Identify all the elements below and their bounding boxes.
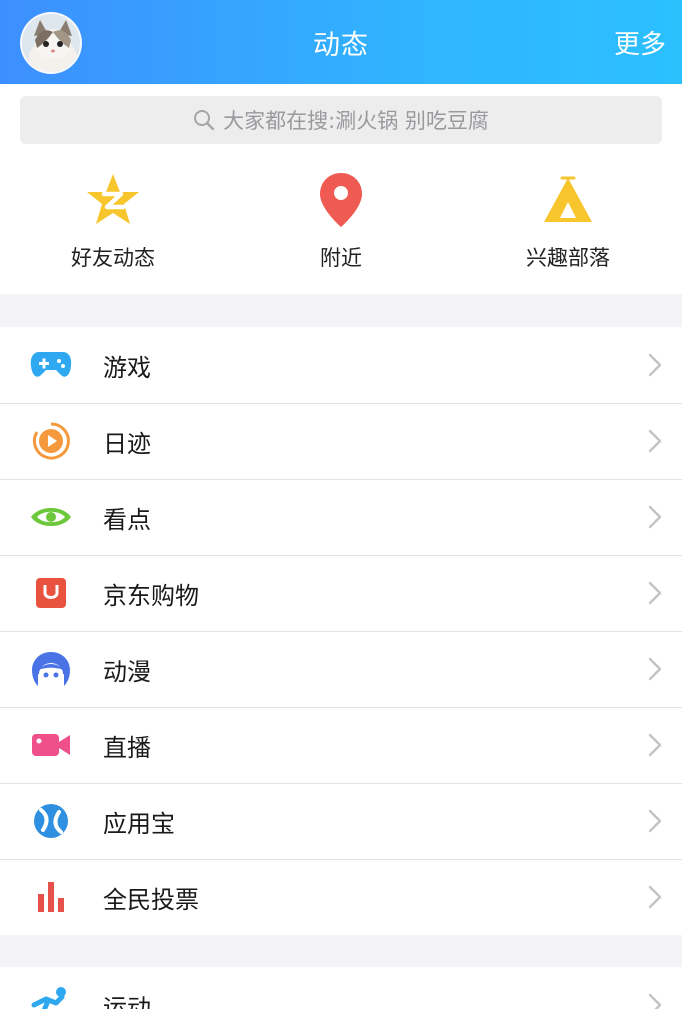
avatar[interactable] xyxy=(20,12,82,74)
qzone-star-icon xyxy=(87,174,139,224)
search-input[interactable]: 大家都在搜:涮火锅 别吃豆腐 xyxy=(20,96,662,144)
quick-nearby[interactable]: 附近 xyxy=(251,170,431,272)
list-item-vote[interactable]: 全民投票 xyxy=(0,859,682,935)
quick-entry-row: 好友动态 附近 兴趣部落 xyxy=(0,170,682,280)
list-item-anime[interactable]: 动漫 xyxy=(0,631,682,707)
quick-interest-tribe-label: 兴趣部落 xyxy=(526,246,610,270)
list-item-app-store[interactable]: 应用宝 xyxy=(0,783,682,859)
gamepad-icon xyxy=(30,344,72,386)
list-item-label: 看点 xyxy=(103,505,151,534)
list-item-daily-trace[interactable]: 日迹 xyxy=(0,403,682,479)
app-store-icon xyxy=(30,800,72,842)
page-title: 动态 xyxy=(313,29,369,61)
anime-face-icon xyxy=(30,648,72,690)
chevron-right-icon xyxy=(648,353,662,377)
feature-list-secondary: 运动 xyxy=(0,967,682,1009)
running-icon xyxy=(30,984,72,1009)
list-item-games[interactable]: 游戏 xyxy=(0,327,682,403)
list-item-label: 京东购物 xyxy=(103,581,199,610)
list-item-sports[interactable]: 运动 xyxy=(0,967,682,1009)
chevron-right-icon xyxy=(648,429,662,453)
chevron-right-icon xyxy=(648,993,662,1009)
top-bar: 动态 更多 xyxy=(0,0,682,84)
video-camera-icon xyxy=(30,724,72,766)
bar-chart-icon xyxy=(30,876,72,918)
list-item-label: 动漫 xyxy=(103,657,151,686)
play-circle-icon xyxy=(30,420,72,462)
search-placeholder: 大家都在搜:涮火锅 别吃豆腐 xyxy=(223,109,489,133)
quick-nearby-label: 附近 xyxy=(320,246,362,270)
chevron-right-icon xyxy=(648,581,662,605)
list-item-label: 全民投票 xyxy=(103,885,199,914)
feature-list: 游戏 日迹 看点 京东购物 动漫 直播 应用宝 全民投票 xyxy=(0,327,682,935)
search-icon xyxy=(194,110,215,131)
shopping-bag-icon xyxy=(30,572,72,614)
list-item-label: 日迹 xyxy=(103,429,151,458)
list-item-label: 直播 xyxy=(103,733,151,762)
list-item-live[interactable]: 直播 xyxy=(0,707,682,783)
quick-friends-feed-label: 好友动态 xyxy=(71,246,155,270)
top-panel: 大家都在搜:涮火锅 别吃豆腐 好友动态 附近 兴趣部落 xyxy=(0,84,682,294)
quick-friends-feed[interactable]: 好友动态 xyxy=(23,170,203,272)
list-item-label: 应用宝 xyxy=(103,809,175,838)
quick-interest-tribe[interactable]: 兴趣部落 xyxy=(478,170,658,272)
eye-icon xyxy=(30,496,72,538)
chevron-right-icon xyxy=(648,657,662,681)
more-button[interactable]: 更多 xyxy=(614,24,666,61)
chevron-right-icon xyxy=(648,809,662,833)
chevron-right-icon xyxy=(648,885,662,909)
list-item-kandian[interactable]: 看点 xyxy=(0,479,682,555)
tent-icon xyxy=(544,176,592,222)
list-item-jd-shopping[interactable]: 京东购物 xyxy=(0,555,682,631)
list-item-label: 游戏 xyxy=(103,353,151,382)
chevron-right-icon xyxy=(648,505,662,529)
location-pin-icon xyxy=(320,173,362,227)
list-item-label: 运动 xyxy=(103,993,151,1009)
chevron-right-icon xyxy=(648,733,662,757)
